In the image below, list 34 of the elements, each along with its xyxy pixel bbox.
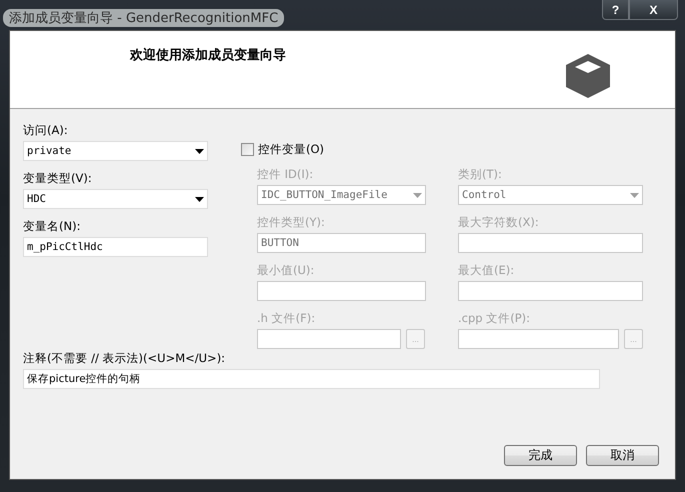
input-field[interactable] [458, 281, 643, 301]
field-label: 类别(T): [458, 166, 503, 182]
input-field[interactable]: 保存picture控件的句柄 [23, 369, 600, 389]
help-button[interactable]: ? [602, 0, 629, 20]
dropdown-arrow-icon [195, 148, 204, 154]
field-label: 变量类型(V): [23, 170, 93, 186]
input-field[interactable] [257, 281, 426, 301]
field-label: 控件 ID(I): [257, 166, 314, 182]
dropdown[interactable]: HDC [23, 189, 208, 209]
dropdown-arrow-icon [413, 192, 422, 198]
dropdown-arrow-icon [630, 192, 639, 198]
wizard-title: 欢迎使用添加成员变量向导 [130, 46, 286, 62]
field-label: .cpp 文件(P): [458, 310, 532, 326]
field-label: 注释(不需要 // 表示法)(<U>M</U>): [23, 350, 226, 366]
window-title: 添加成员变量向导 - GenderRecognitionMFC [3, 9, 284, 27]
box-icon [565, 53, 611, 99]
field-label: 访问(A): [23, 122, 69, 138]
field-label: 最大字符数(X): [458, 214, 540, 230]
dropdown[interactable]: private [23, 141, 208, 161]
input-field[interactable] [458, 233, 643, 253]
finish-button[interactable]: 完成 [504, 445, 577, 466]
close-button[interactable]: X [629, 0, 678, 20]
field-label: 变量名(N): [23, 218, 82, 234]
dropdown-arrow-icon [195, 196, 204, 202]
checkbox-label: 控件变量(O) [258, 141, 324, 157]
field-label: 最大值(E): [458, 262, 516, 278]
field-label: .h 文件(F): [257, 310, 316, 326]
field-label: 控件类型(Y): [257, 214, 326, 230]
field-label: 最小值(U): [257, 262, 316, 278]
cancel-button[interactable]: 取消 [586, 445, 659, 466]
input-field[interactable] [257, 329, 401, 349]
input-field[interactable] [458, 329, 619, 349]
input-field[interactable]: m_pPicCtlHdc [23, 237, 208, 257]
checkbox[interactable] [241, 142, 254, 156]
